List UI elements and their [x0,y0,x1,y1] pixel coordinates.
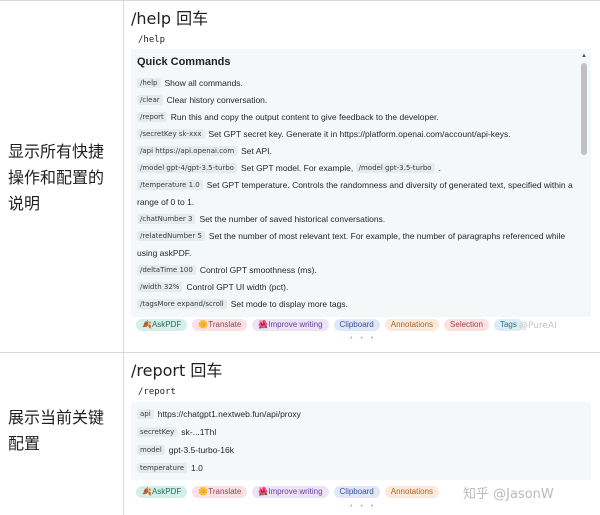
command-table: 显示所有快捷 操作和配置的 说明 /help 回车 /help Quick Co… [0,0,600,515]
list-item: /help Show all commands. [137,75,575,92]
annotations-button[interactable]: Annotations [384,319,440,331]
config-row: secretKey sk-...1Thl [131,423,591,441]
command-description: Show all commands. [164,78,243,88]
command-chip[interactable]: /deltaTime 100 [137,265,196,275]
command-description: Set the number of saved historical conve… [199,214,386,224]
command-description: Control GPT smoothness (ms). [199,265,317,275]
config-key: api [137,409,154,419]
improve-writing-button[interactable]: 🌺Improve writing [252,486,329,498]
clipboard-button[interactable]: Clipboard [333,319,380,331]
watermark: 知乎 @JasonW [463,487,554,502]
command-chip[interactable]: /model gpt-4/gpt-3.5-turbo [137,163,237,173]
quick-commands-panel[interactable]: Quick Commands /help Show all commands. /… [131,49,591,317]
command-code: /report [138,387,176,397]
config-value: 1.0 [191,463,203,473]
more-dots-icon[interactable]: • • • [350,503,376,510]
command-chip[interactable]: /temperature 1.0 [137,180,203,190]
command-chip[interactable]: /clear [137,95,163,105]
list-item: /relatedNumber 5 Set the number of most r… [137,228,575,262]
list-item: /clear Clear history conversation. [137,92,575,109]
command-list: /help Show all commands. /clear Clear hist… [131,75,591,313]
description-line: 配置 [8,434,41,453]
description-line: 说明 [8,194,41,213]
askpdf-button[interactable]: 🍂AskPDF [136,319,188,331]
list-item: /model gpt-4/gpt-3.5-turbo Set GPT model.… [137,160,575,177]
command-chip[interactable]: /help [137,78,161,88]
command-chip[interactable]: /tagsMore expand/scroll [137,299,227,309]
list-item: /chatNumber 3 Set the number of saved his… [137,211,575,228]
config-key: temperature [137,463,187,473]
row-content: /help 回车 /help [131,7,593,45]
command-chip[interactable]: /report [137,112,167,122]
action-toolbar: 🍂AskPDF 🌼Translate 🌺Improve writing Clip… [136,486,440,498]
translate-button[interactable]: 🌼Translate [192,319,248,331]
watermark: @PureAI [519,321,557,331]
command-chip[interactable]: /chatNumber 3 [137,214,196,224]
scroll-thumb[interactable] [581,63,587,155]
list-item: /tagsMore expand/scroll Set mode to displ… [137,296,575,313]
command-description: Set GPT model. For example, [240,163,354,173]
row-content: /report 回车 /report [131,359,593,397]
list-item: /deltaTime 100 Control GPT smoothness (ms… [137,262,575,279]
config-value: gpt-3.5-turbo-16k [168,445,234,455]
config-row: api https://chatgpt1.nextweb.fun/api/prox… [131,402,591,423]
config-row: temperature 1.0 [131,459,591,477]
command-chip[interactable]: /model gpt-3.5-turbo [355,163,435,173]
improve-writing-button[interactable]: 🌺Improve writing [252,319,329,331]
config-key: secretKey [137,427,178,437]
config-key: model [137,445,165,455]
command-title: /help 回车 [131,9,209,28]
list-item: /api https://api.openai.com Set API. [137,143,575,160]
command-description: Set mode to display more tags. [230,299,348,309]
row-description: 显示所有快捷 操作和配置的 说明 [0,139,123,217]
report-panel: api https://chatgpt1.nextweb.fun/api/prox… [131,402,591,480]
list-item: /report Run this and copy the output cont… [137,109,575,126]
description-line: 操作和配置的 [8,168,105,187]
row-description: 展示当前关键 配置 [0,405,123,457]
command-chip[interactable]: /api https://api.openai.com [137,146,238,156]
list-item: /temperature 1.0 Set GPT temperature. Con… [137,177,575,211]
config-value: https://chatgpt1.nextweb.fun/api/proxy [157,409,301,419]
command-description: Set API. [241,146,272,156]
list-item: /width 32% Control GPT UI width (pct). [137,279,575,296]
list-item: /secretKey sk-xxx Set GPT secret key. Gen… [137,126,575,143]
askpdf-button[interactable]: 🍂AskPDF [136,486,188,498]
config-row: model gpt-3.5-turbo-16k [131,441,591,459]
description-line: 展示当前关键 [8,408,105,427]
panel-scrollbar[interactable]: ▲ [580,53,588,313]
config-value: sk-...1Thl [181,427,217,437]
command-description: Run this and copy the output content to … [170,112,439,122]
command-chip[interactable]: /width 32% [137,282,183,292]
panel-heading: Quick Commands [137,56,231,68]
scroll-up-arrow-icon[interactable]: ▲ [580,53,588,59]
command-title: /report 回车 [131,361,223,380]
command-code: /help [138,35,166,45]
clipboard-button[interactable]: Clipboard [333,486,380,498]
action-toolbar: 🍂AskPDF 🌼Translate 🌺Improve writing Clip… [136,319,523,331]
command-chip[interactable]: /relatedNumber 5 [137,231,205,241]
translate-button[interactable]: 🌼Translate [192,486,248,498]
command-description: Clear history conversation. [166,95,268,105]
annotations-button[interactable]: Annotations [384,486,440,498]
command-description-tail: . [438,163,441,173]
more-dots-icon[interactable]: • • • [350,335,376,342]
command-chip[interactable]: /secretKey sk-xxx [137,129,205,139]
command-description: Control GPT UI width (pct). [186,282,289,292]
selection-button[interactable]: Selection [444,319,489,331]
description-line: 显示所有快捷 [8,142,105,161]
command-description: Set GPT secret key. Generate it in https… [208,129,511,139]
